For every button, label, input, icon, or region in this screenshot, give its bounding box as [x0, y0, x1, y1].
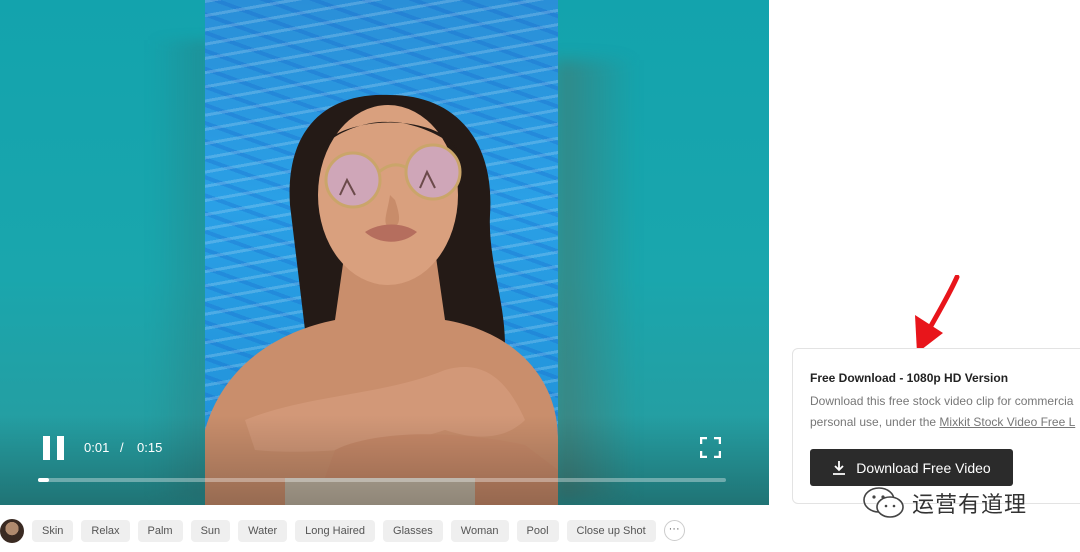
tag[interactable]: Relax — [81, 520, 130, 542]
tag[interactable]: Long Haired — [295, 520, 376, 542]
pause-icon — [43, 436, 50, 460]
download-button-label: Download Free Video — [856, 459, 991, 476]
download-description: Download this free stock video clip for … — [810, 394, 1074, 408]
duration: 0:15 — [137, 440, 163, 455]
current-time: 0:01 — [84, 440, 110, 455]
download-free-video-button[interactable]: Download Free Video — [810, 449, 1013, 486]
fullscreen-button[interactable] — [699, 436, 722, 459]
pause-button[interactable] — [43, 436, 65, 460]
tag[interactable]: Pool — [516, 520, 559, 542]
download-card: Free Download - 1080p HD Version Downloa… — [792, 348, 1080, 504]
license-text: personal use, under the Mixkit Stock Vid… — [810, 415, 1075, 429]
tag[interactable]: Woman — [450, 520, 509, 542]
time-separator: / — [120, 440, 124, 455]
watermark: 运营有道理 — [862, 485, 1027, 521]
controls-shade — [0, 415, 769, 505]
download-title: Free Download - 1080p HD Version — [810, 371, 1009, 385]
tag[interactable]: Water — [238, 520, 288, 542]
download-icon — [833, 461, 846, 475]
tag[interactable]: Glasses — [383, 520, 443, 542]
tag[interactable]: Palm — [137, 520, 183, 542]
wechat-icon — [863, 487, 904, 518]
license-link[interactable]: Mixkit Stock Video Free L — [939, 415, 1075, 429]
video-player[interactable]: 0:01 / 0:15 — [0, 0, 769, 505]
progress-bar[interactable] — [38, 478, 726, 482]
tag[interactable]: Sun — [190, 520, 231, 542]
avatar[interactable] — [0, 519, 24, 543]
progress-fill — [38, 478, 49, 482]
fullscreen-icon — [699, 436, 722, 459]
more-tags-button[interactable]: ··· — [663, 520, 685, 541]
watermark-text: 运营有道理 — [912, 492, 1028, 517]
pause-icon — [57, 436, 64, 460]
tag[interactable]: Skin — [32, 520, 74, 542]
tag[interactable]: Close up Shot — [566, 520, 656, 542]
license-prefix: personal use, under the — [810, 415, 940, 429]
tag-list: Skin Relax Palm Sun Water Long Haired Gl… — [32, 520, 685, 542]
